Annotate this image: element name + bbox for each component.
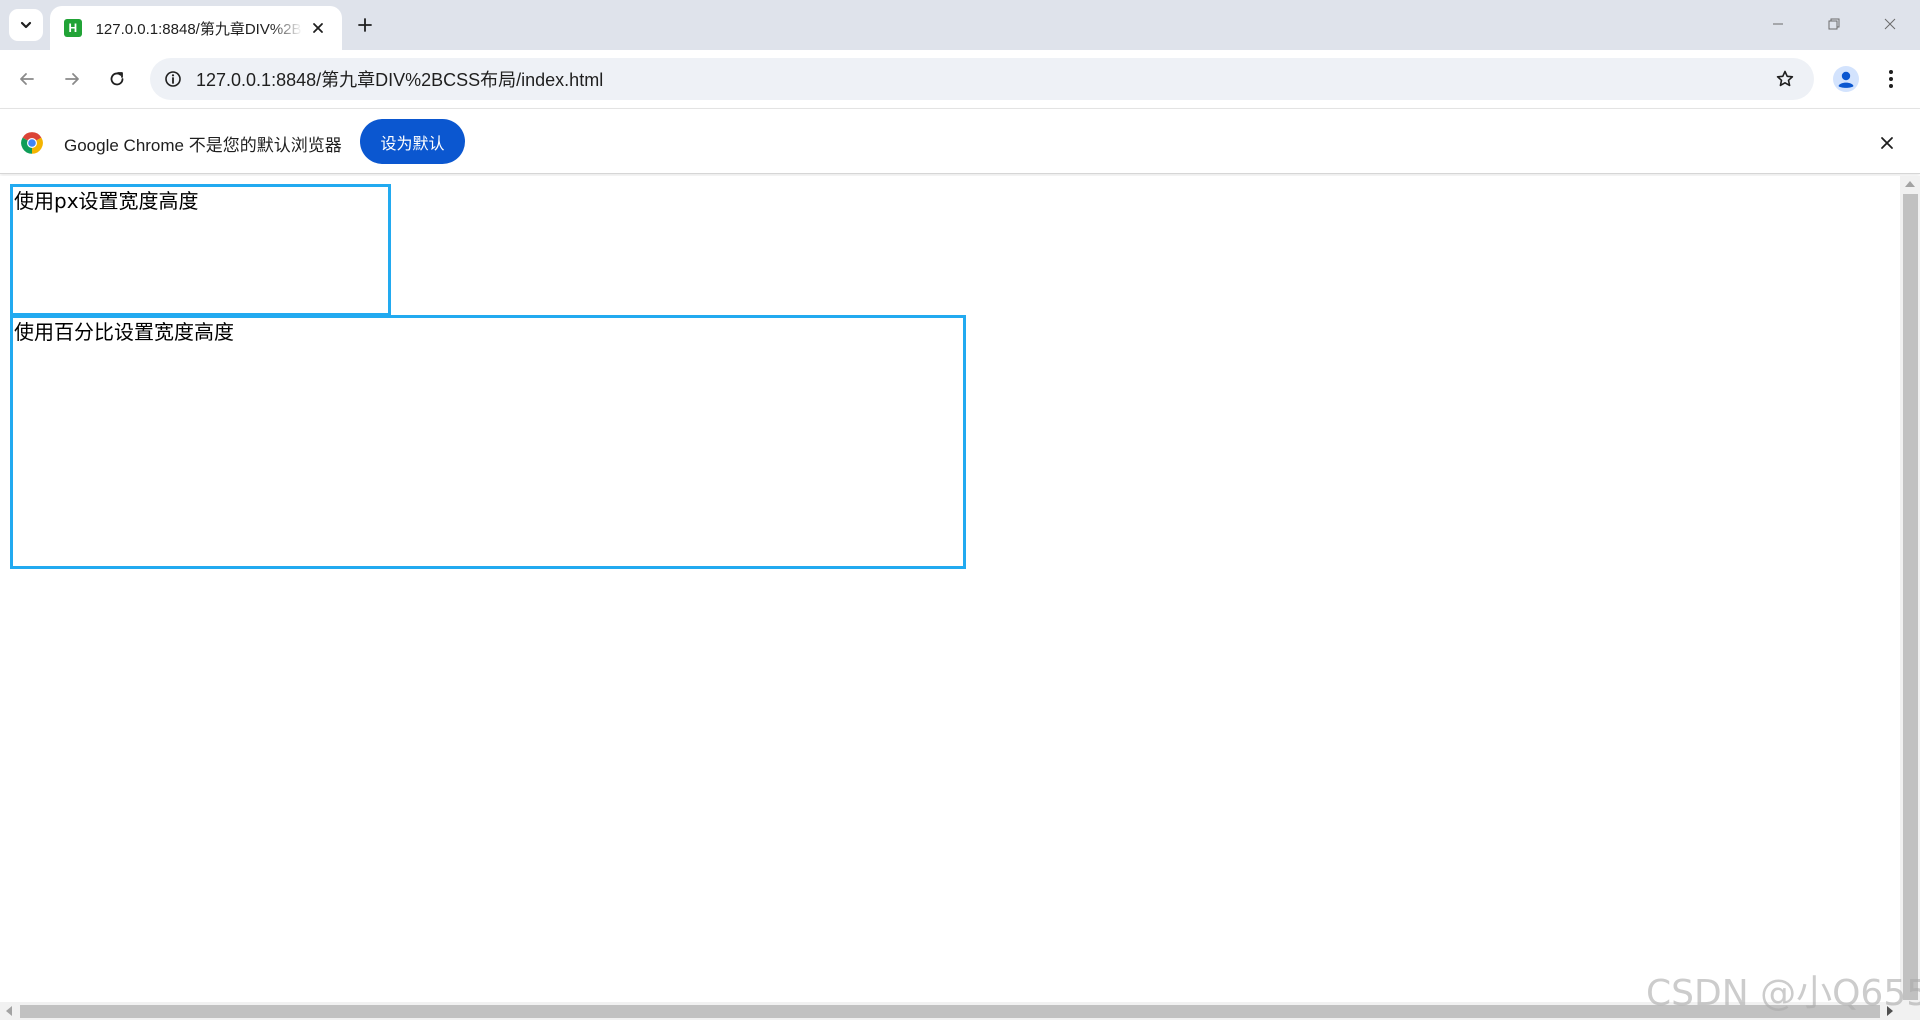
- minimize-button[interactable]: [1760, 8, 1796, 40]
- px-sized-div: 使用px设置宽度高度: [10, 184, 391, 316]
- percent-sized-div: 使用百分比设置宽度高度: [10, 315, 966, 569]
- infobar-close-button[interactable]: [1874, 130, 1900, 156]
- default-browser-infobar: Google Chrome 不是您的默认浏览器 设为默认: [0, 108, 1920, 174]
- arrow-left-icon: [20, 73, 34, 85]
- restore-icon: [1828, 18, 1840, 30]
- scroll-up-arrow-icon[interactable]: [1905, 181, 1915, 187]
- horizontal-scrollbar[interactable]: [0, 1002, 1920, 1020]
- active-tab[interactable]: H 127.0.0.1:8848/第九章DIV%2BCSS布局/index.ht…: [50, 6, 342, 50]
- restore-button[interactable]: [1816, 8, 1852, 40]
- tab-strip: H 127.0.0.1:8848/第九章DIV%2BCSS布局/index.ht…: [0, 0, 1920, 50]
- close-icon: [313, 23, 324, 33]
- url-text[interactable]: 127.0.0.1:8848/第九章DIV%2BCSS布局/index.html: [196, 66, 603, 92]
- back-button[interactable]: [10, 62, 44, 96]
- avatar-icon: [1833, 66, 1859, 92]
- set-default-button[interactable]: 设为默认: [360, 119, 465, 164]
- hbuilder-favicon-icon: H: [64, 19, 82, 37]
- tab-close-button[interactable]: [308, 18, 328, 38]
- chrome-menu-button[interactable]: [1876, 63, 1906, 95]
- plus-icon: [358, 18, 372, 32]
- vertical-scrollbar[interactable]: [1900, 176, 1920, 1002]
- more-vertical-icon: [1889, 70, 1893, 88]
- vertical-scroll-thumb[interactable]: [1903, 194, 1918, 1000]
- close-icon: [1881, 137, 1893, 149]
- star-icon: [1776, 70, 1794, 87]
- horizontal-scroll-thumb[interactable]: [20, 1005, 1880, 1018]
- profile-button[interactable]: [1830, 63, 1862, 95]
- forward-button[interactable]: [55, 62, 89, 96]
- px-div-text: 使用px设置宽度高度: [14, 189, 199, 213]
- tab-search-button[interactable]: [9, 9, 43, 41]
- reload-button[interactable]: [100, 62, 134, 96]
- tab-title: 127.0.0.1:8848/第九章DIV%2BCSS布局/index.html: [95, 20, 303, 38]
- chrome-logo-icon: [21, 132, 43, 154]
- new-tab-button[interactable]: [350, 10, 380, 40]
- info-icon: [165, 71, 181, 87]
- arrow-right-icon: [65, 73, 79, 85]
- window-close-button[interactable]: [1872, 8, 1908, 40]
- infobar-message: Google Chrome 不是您的默认浏览器: [64, 136, 342, 155]
- address-bar[interactable]: 127.0.0.1:8848/第九章DIV%2BCSS布局/index.html: [150, 58, 1814, 100]
- csdn-watermark: CSDN @小Q655: [1646, 973, 1920, 1014]
- page-viewport: 使用px设置宽度高度 使用百分比设置宽度高度: [0, 176, 1900, 1002]
- bookmark-button[interactable]: [1770, 64, 1800, 94]
- browser-toolbar: 127.0.0.1:8848/第九章DIV%2BCSS布局/index.html: [0, 50, 1920, 108]
- close-icon: [1884, 18, 1896, 30]
- site-info-button[interactable]: [158, 64, 188, 94]
- minimize-icon: [1773, 23, 1783, 25]
- chevron-down-icon: [20, 21, 32, 29]
- scroll-left-arrow-icon[interactable]: [6, 1006, 12, 1016]
- reload-icon: [110, 72, 124, 86]
- percent-div-text: 使用百分比设置宽度高度: [14, 320, 234, 344]
